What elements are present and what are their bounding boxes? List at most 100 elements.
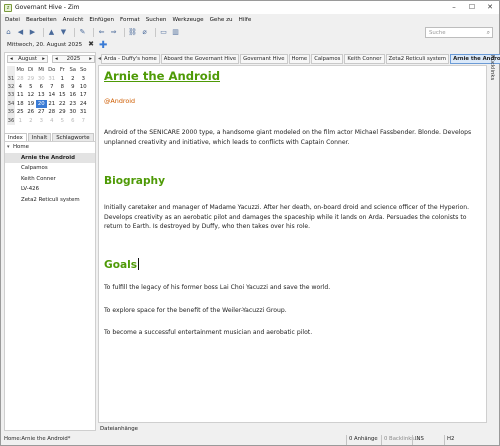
- chevron-right-icon[interactable]: ▸: [42, 56, 45, 62]
- maximize-icon[interactable]: ☐: [463, 1, 481, 14]
- calendar-day[interactable]: 25: [15, 108, 26, 116]
- calendar-day-selected[interactable]: 20: [36, 99, 47, 108]
- pathbar-item[interactable]: Aboard the Governant Hive: [160, 53, 240, 64]
- link-icon[interactable]: ⛓: [128, 28, 137, 37]
- calendar-day[interactable]: 7: [47, 83, 58, 91]
- attachments-bar[interactable]: Dateianhänge: [98, 424, 487, 434]
- calendar-day[interactable]: 4: [47, 116, 58, 124]
- previous-page-icon[interactable]: ⇐: [97, 28, 106, 37]
- calendar-day[interactable]: 6: [36, 83, 47, 91]
- calendar-day[interactable]: 26: [26, 108, 37, 116]
- pathbar-item[interactable]: Governant Hive: [240, 53, 288, 64]
- calendar-day[interactable]: 28: [15, 74, 26, 82]
- pathbar-item[interactable]: Zeta2 Reticuli system: [385, 53, 450, 64]
- calendar-week-row: 31 28 29 30 31 1 2 3: [7, 74, 89, 83]
- calendar-day[interactable]: 1: [57, 74, 68, 82]
- minimize-icon[interactable]: –: [445, 1, 463, 14]
- calendar-day[interactable]: 21: [47, 100, 58, 108]
- calendar-day[interactable]: 3: [78, 74, 89, 82]
- calendar-day[interactable]: 5: [57, 116, 68, 124]
- calendar-day[interactable]: 23: [68, 100, 79, 108]
- calendar-day[interactable]: 27: [36, 108, 47, 116]
- pane-toggle-icon[interactable]: ▥: [171, 28, 180, 37]
- pathbar-item[interactable]: Arda - Duffy's home: [101, 53, 160, 64]
- menu-datei[interactable]: Datei: [5, 17, 20, 23]
- calendar-day[interactable]: 30: [68, 108, 79, 116]
- menu-bearbeiten[interactable]: Bearbeiten: [26, 17, 57, 23]
- calendar-day[interactable]: 8: [57, 83, 68, 91]
- toolbar-separator: [124, 28, 125, 37]
- chevron-right-icon[interactable]: ▸: [89, 56, 92, 62]
- calendar-day[interactable]: 29: [57, 108, 68, 116]
- calendar-day[interactable]: 10: [78, 83, 89, 91]
- calendar-day[interactable]: 16: [68, 91, 79, 99]
- calendar-day[interactable]: 18: [15, 100, 26, 108]
- next-page-icon[interactable]: ⇒: [109, 28, 118, 37]
- page-editor[interactable]: Arnie the Android @Android Android of th…: [98, 65, 487, 423]
- weekday-header: Mi: [38, 67, 45, 74]
- calendar-day[interactable]: 9: [68, 83, 79, 91]
- back-icon[interactable]: ◀: [16, 28, 25, 37]
- tree-node[interactable]: Calpamos: [5, 163, 95, 174]
- goal-item: To explore space for the benefit of the …: [104, 307, 287, 314]
- pathbar-item[interactable]: Calpamos: [311, 53, 344, 64]
- add-page-icon[interactable]: ✚: [99, 41, 109, 51]
- menu-hilfe[interactable]: Hilfe: [239, 17, 252, 23]
- pathbar-item[interactable]: Keith Conner: [344, 53, 385, 64]
- calendar-day[interactable]: 12: [26, 91, 37, 99]
- calendar-week-row: 33 11 12 13 14 15 16 17: [7, 91, 89, 100]
- calendar-day[interactable]: 14: [47, 91, 58, 99]
- parent-page-icon[interactable]: ▲: [47, 28, 56, 37]
- tree-node[interactable]: LV-426: [5, 184, 95, 195]
- tree-node[interactable]: Zeta2 Reticuli system: [5, 195, 95, 206]
- attachment-icon[interactable]: ⌀: [140, 28, 149, 37]
- child-page-icon[interactable]: ▼: [59, 28, 68, 37]
- calendar-day[interactable]: 2: [68, 74, 79, 82]
- menu-einfuegen[interactable]: Einfügen: [89, 17, 114, 23]
- close-icon[interactable]: ✕: [481, 1, 499, 14]
- calendar-day[interactable]: 5: [26, 83, 37, 91]
- status-attachments[interactable]: 0 Anhänge: [346, 435, 378, 445]
- menu-ansicht[interactable]: Ansicht: [63, 17, 84, 23]
- calendar-day[interactable]: 29: [26, 74, 37, 82]
- search-input[interactable]: Suche ⌕: [425, 27, 493, 38]
- menu-format[interactable]: Format: [120, 17, 140, 23]
- close-calendar-icon[interactable]: ✖: [88, 40, 94, 48]
- menu-gehe-zu[interactable]: Gehe zu: [210, 17, 233, 23]
- chevron-left-icon[interactable]: ◂: [55, 56, 58, 62]
- menu-suchen[interactable]: Suchen: [146, 17, 167, 23]
- calendar-day[interactable]: 19: [26, 100, 37, 108]
- calendar-day[interactable]: 31: [47, 74, 58, 82]
- backlinks-pane-label[interactable]: Rücklinks: [489, 55, 495, 80]
- forward-icon[interactable]: ▶: [28, 28, 37, 37]
- toolbar-separator: [74, 28, 75, 37]
- calendar-day[interactable]: 4: [15, 83, 26, 91]
- calendar-day[interactable]: 13: [36, 91, 47, 99]
- calendar-day[interactable]: 22: [57, 100, 68, 108]
- calendar-day[interactable]: 30: [36, 74, 47, 82]
- tree-node[interactable]: Keith Conner: [5, 174, 95, 185]
- folder-icon[interactable]: ▭: [159, 28, 168, 37]
- chevron-left-icon[interactable]: ◂: [10, 56, 13, 62]
- pathbar-item[interactable]: Home: [288, 53, 311, 64]
- page-tag[interactable]: @Android: [104, 97, 135, 105]
- year-selector[interactable]: ◂ 2025 ▸: [52, 55, 95, 63]
- calendar-day[interactable]: 11: [15, 91, 26, 99]
- month-selector[interactable]: ◂ August ▸: [7, 55, 48, 63]
- menu-werkzeuge[interactable]: Werkzeuge: [172, 17, 203, 23]
- edit-icon[interactable]: ✎: [78, 28, 87, 37]
- calendar-day[interactable]: 7: [78, 116, 89, 124]
- tree-node-home[interactable]: Home: [5, 142, 95, 153]
- tree-node-selected[interactable]: Arnie the Android: [5, 152, 95, 164]
- calendar-day[interactable]: 2: [26, 116, 37, 124]
- calendar-day[interactable]: 24: [78, 100, 89, 108]
- calendar-day[interactable]: 17: [78, 91, 89, 99]
- calendar-day[interactable]: 31: [78, 108, 89, 116]
- calendar-day[interactable]: 3: [36, 116, 47, 124]
- home-icon[interactable]: ⌂: [4, 28, 13, 37]
- calendar-day[interactable]: 1: [15, 116, 26, 124]
- calendar-day[interactable]: 6: [68, 116, 79, 124]
- calendar-day[interactable]: 28: [47, 108, 58, 116]
- weekday-header: Sa: [69, 67, 77, 74]
- calendar-day[interactable]: 15: [57, 91, 68, 99]
